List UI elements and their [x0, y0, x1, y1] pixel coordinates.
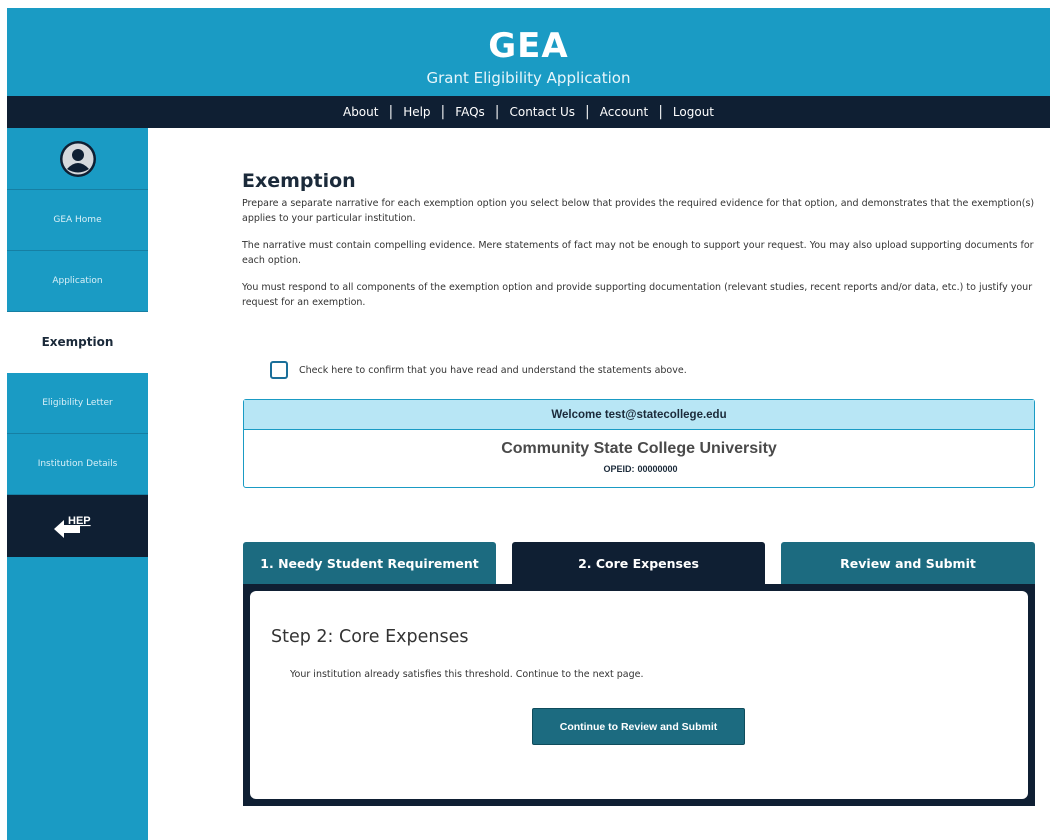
nav-contact-link[interactable]: Contact Us — [499, 105, 585, 119]
top-nav: About | Help | FAQs | Contact Us | Accou… — [7, 96, 1050, 128]
institution-name: Community State College University — [501, 440, 777, 457]
instruction-paragraph: You must respond to all components of th… — [242, 282, 1033, 308]
confirm-label: Check here to confirm that you have read… — [299, 364, 687, 376]
nav-separator: | — [658, 104, 663, 120]
tab-core-expenses[interactable]: 2. Core Expenses — [512, 542, 765, 584]
sidebar-item-institution-details[interactable]: Institution Details — [7, 434, 148, 495]
nav-separator: | — [494, 104, 500, 120]
step-tabs: 1. Needy Student Requirement 2. Core Exp… — [243, 542, 1035, 584]
app-logo: GEA — [488, 26, 569, 66]
confirm-row: Check here to confirm that you have read… — [270, 361, 687, 379]
confirm-checkbox[interactable] — [270, 361, 288, 379]
avatar[interactable] — [7, 128, 148, 190]
step-title: Step 2: Core Expenses — [271, 627, 469, 647]
welcome-box: Welcome test@statecollege.edu Community … — [243, 399, 1035, 488]
main-content: Exemption Prepare a separate narrative f… — [242, 170, 1037, 310]
opeid-value: 00000000 — [637, 464, 678, 474]
sidebar-item-eligibility-letter[interactable]: Eligibility Letter — [7, 373, 148, 434]
step-panel-body: Step 2: Core Expenses Your institution a… — [250, 591, 1028, 799]
tab-review-and-submit[interactable]: Review and Submit — [781, 542, 1035, 584]
nav-separator: | — [440, 104, 446, 120]
arrow-left-icon: HEP — [53, 515, 91, 538]
sidebar-item-gea-home[interactable]: GEA Home — [7, 190, 148, 251]
hep-label: HEP — [68, 515, 91, 527]
user-circle-icon — [59, 140, 96, 177]
step-panel: Step 2: Core Expenses Your institution a… — [243, 584, 1035, 806]
nav-faqs-link[interactable]: FAQs — [445, 105, 495, 119]
opeid-label: OPEID: — [603, 464, 635, 474]
nav-logout-link[interactable]: Logout — [663, 105, 724, 119]
opeid: OPEID: 00000000 — [244, 464, 1034, 474]
instruction-paragraph: Prepare a separate narrative for each ex… — [242, 198, 1035, 224]
nav-help-link[interactable]: Help — [393, 105, 440, 119]
continue-button[interactable]: Continue to Review and Submit — [532, 708, 745, 745]
nav-separator: | — [585, 104, 590, 120]
step-message: Your institution already satisfies this … — [290, 669, 644, 680]
app-subtitle: Grant Eligibility Application — [426, 69, 631, 87]
sidebar-item-exemption[interactable]: Exemption — [7, 312, 148, 373]
nav-about-link[interactable]: About — [333, 105, 388, 119]
tab-needy-student-requirement[interactable]: 1. Needy Student Requirement — [243, 542, 496, 584]
instruction-paragraph: The narrative must contain compelling ev… — [242, 240, 1034, 266]
page-title: Exemption — [242, 170, 356, 192]
nav-account-link[interactable]: Account — [590, 105, 658, 119]
hep-link[interactable]: HEP — [7, 495, 148, 557]
app-header: GEA Grant Eligibility Application — [7, 8, 1050, 96]
welcome-greeting: Welcome test@statecollege.edu — [244, 400, 1034, 430]
sidebar: GEA Home Application Exemption Eligibili… — [7, 128, 148, 840]
nav-separator: | — [388, 104, 394, 120]
sidebar-item-application[interactable]: Application — [7, 251, 148, 312]
